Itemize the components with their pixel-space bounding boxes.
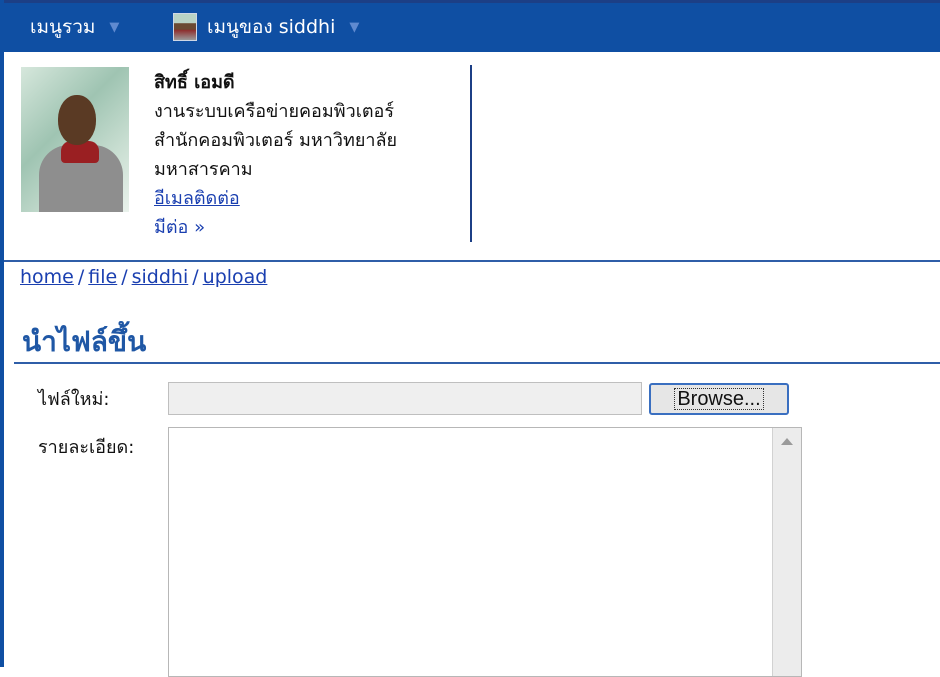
email-contact-link[interactable]: อีเมลติดต่อ xyxy=(154,188,240,209)
detail-label: รายละเอียด: xyxy=(38,437,135,458)
nav-all-menu-label: เมนูรวม xyxy=(30,16,96,38)
breadcrumb-separator: / xyxy=(121,266,128,288)
more-link[interactable]: มีต่อ » xyxy=(154,213,484,242)
textarea-scrollbar[interactable] xyxy=(772,428,801,676)
browse-button[interactable]: Browse... xyxy=(649,383,789,415)
file-path-field[interactable] xyxy=(168,382,642,415)
breadcrumb: home / file / siddhi / upload xyxy=(20,266,267,288)
browse-button-label: Browse... xyxy=(674,388,764,410)
nav-my-menu[interactable]: เมนูของ siddhi ▼ xyxy=(173,11,359,43)
breadcrumb-separator: / xyxy=(77,266,85,288)
profile-card: สิทธิ์ เอมดี งานระบบเครือข่ายคอมพิวเตอร์… xyxy=(4,52,940,260)
new-file-label: ไฟล์ใหม่: xyxy=(38,389,110,410)
breadcrumb-siddhi[interactable]: siddhi xyxy=(132,266,189,288)
chevron-down-icon: ▼ xyxy=(349,19,360,35)
user-avatar-icon xyxy=(173,13,197,41)
nav-all-menu[interactable]: เมนูรวม ▼ xyxy=(30,11,119,43)
breadcrumb-upload[interactable]: upload xyxy=(203,266,268,288)
divider xyxy=(14,362,940,364)
detail-textarea[interactable] xyxy=(168,427,802,677)
divider xyxy=(470,65,472,242)
divider xyxy=(4,260,940,262)
profile-office: สำนักคอมพิวเตอร์ มหาวิทยาลัย xyxy=(154,130,398,151)
nav-my-menu-label: เมนูของ siddhi xyxy=(207,16,336,38)
page-title: นำไฟล์ขึ้น xyxy=(22,325,147,358)
scroll-up-arrow-icon[interactable] xyxy=(781,438,793,445)
profile-name: สิทธิ์ เอมดี xyxy=(154,72,235,93)
profile-department: งานระบบเครือข่ายคอมพิวเตอร์ xyxy=(154,101,395,122)
breadcrumb-file[interactable]: file xyxy=(88,266,117,288)
profile-photo xyxy=(21,67,129,212)
profile-info: สิทธิ์ เอมดี งานระบบเครือข่ายคอมพิวเตอร์… xyxy=(154,68,484,242)
breadcrumb-home[interactable]: home xyxy=(20,266,74,288)
breadcrumb-separator: / xyxy=(192,266,199,288)
chevron-down-icon: ▼ xyxy=(109,19,120,35)
top-navigation: เมนูรวม ▼ เมนูของ siddhi ▼ xyxy=(4,0,940,52)
profile-university: มหาสารคาม xyxy=(154,159,253,180)
